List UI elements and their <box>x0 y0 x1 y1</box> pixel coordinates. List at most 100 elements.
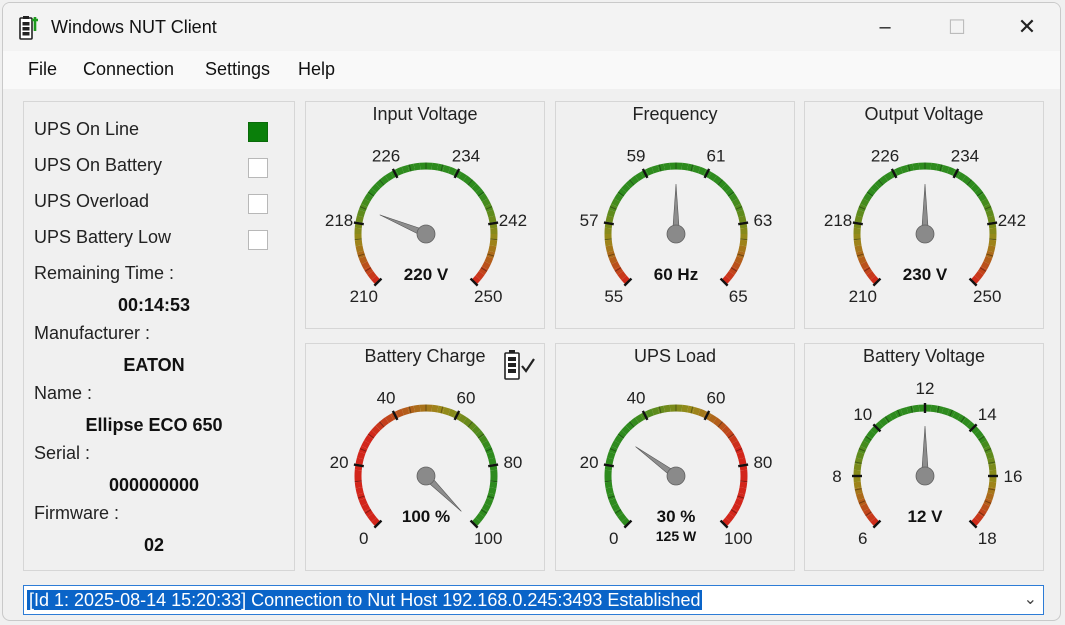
gauge-needle-hub <box>666 224 686 244</box>
gauge-arc-segment <box>630 175 640 185</box>
gauge-arc-segment <box>380 417 390 427</box>
gauge-arc-segment <box>604 481 613 489</box>
gauge-arc-segment <box>853 463 862 471</box>
menu-connection[interactable]: Connection <box>83 59 174 80</box>
gauge-arc-segment <box>488 215 497 223</box>
gauge-arc-segment <box>725 270 735 280</box>
gauge-arc-segment <box>738 457 747 465</box>
gauge-arc-segment <box>681 162 689 171</box>
serial-label: Serial : <box>34 443 91 463</box>
gauge-arc-segment <box>354 481 363 489</box>
gauge-arc-segment <box>486 451 496 460</box>
gauge-arc-segment <box>614 434 624 444</box>
gauge-arc-segment <box>980 261 990 270</box>
gauge-minor-tick <box>604 480 612 483</box>
gauge-tick-label: 226 <box>871 147 899 166</box>
gauge-output-voltage: Output Voltage 210 218 226 234 242 250 230 V <box>804 101 1044 329</box>
gauge-arc-segment <box>698 408 707 418</box>
gauge-needle-hub <box>416 466 436 486</box>
manufacturer-label: Manufacturer : <box>34 323 151 343</box>
gauge-minor-tick <box>853 238 861 241</box>
gauge-arc-segment <box>860 261 870 270</box>
menu-settings[interactable]: Settings <box>205 59 270 80</box>
gauge-arc-segment <box>739 239 748 247</box>
gauge-arc-segment <box>401 164 410 174</box>
gauge-tick-label: 20 <box>580 453 599 472</box>
gauge-arc-segment <box>941 406 950 416</box>
status-label-battery-low: UPS Battery Low <box>34 227 172 247</box>
maximize-button[interactable]: ☐ <box>934 3 980 51</box>
gauge-arc-segment <box>651 164 660 174</box>
gauge-arc-segment <box>356 451 366 460</box>
gauge-arc-segment <box>355 457 364 465</box>
gauge-arc-segment <box>475 512 485 522</box>
gauge-arc-segment <box>930 162 938 171</box>
gauge-tick-label: 65 <box>729 287 748 306</box>
gauge-arc-segment <box>645 408 654 418</box>
gauge-arc-segment <box>471 183 481 193</box>
gauge-arc-segment <box>912 404 920 413</box>
gauge-arc-segment <box>355 245 364 253</box>
gauge-needle-hub <box>915 466 935 486</box>
gauge-subreadout: 125 W <box>656 528 697 544</box>
gauge-arc-segment <box>860 503 870 512</box>
gauge-tick-label: 18 <box>978 529 997 548</box>
gauge-arc-segment <box>448 166 457 176</box>
app-window: Windows NUT Client – ☐ ✕ File Connection… <box>2 2 1061 621</box>
gauge-major-tick <box>738 221 749 226</box>
menu-bar: File Connection Settings Help <box>3 51 1060 89</box>
gauge-dial: 210 218 226 234 242 250 220 V <box>325 147 527 307</box>
gauge-tick-label: 210 <box>350 287 378 306</box>
gauge-arc-segment <box>401 406 410 416</box>
gauge-arc-segment <box>605 215 614 223</box>
gauge-tick-label: 210 <box>849 287 877 306</box>
gauge-arc-segment <box>651 406 660 416</box>
gauge-arc-segment <box>728 434 738 444</box>
gauge-arc-segment <box>384 414 394 424</box>
gauge-arc-segment <box>630 417 640 427</box>
gauge-arc-segment <box>431 162 439 171</box>
gauge-arc-segment <box>855 451 865 460</box>
gauge-readout: 230 V <box>903 265 948 284</box>
gauge-readout: 60 Hz <box>654 265 698 284</box>
gauge-arc-segment <box>721 425 731 435</box>
serial-value: 000000000 <box>108 475 200 495</box>
gauge-arc-segment <box>738 215 747 223</box>
gauge-readout: 100 % <box>402 507 450 526</box>
log-combobox[interactable]: [Id 1: 2025-08-14 15:20:33] Connection t… <box>23 585 1044 615</box>
gauge-arc-segment <box>900 164 909 174</box>
gauge-major-tick <box>603 221 614 226</box>
minimize-button[interactable]: – <box>862 3 908 51</box>
gauge-arc-segment <box>712 175 722 185</box>
gauge-arc-segment <box>930 404 938 413</box>
status-indicator-battery-low <box>248 230 268 250</box>
gauge-arc-segment <box>354 239 363 247</box>
gauge-arc-segment <box>879 175 889 185</box>
gauge-arc-segment <box>900 406 909 416</box>
gauge-minor-tick <box>989 238 997 241</box>
chevron-down-icon[interactable]: ⌄ <box>1024 589 1037 609</box>
status-indicator-on-battery <box>248 158 268 178</box>
remaining-time-label: Remaining Time : <box>34 263 175 283</box>
menu-help[interactable]: Help <box>298 59 335 80</box>
gauge-arc-segment <box>952 411 961 421</box>
gauge-arc-segment <box>977 192 987 202</box>
gauge-arc-segment <box>488 245 497 253</box>
gauge-arc-segment <box>985 451 995 460</box>
gauge-arc-segment <box>605 487 614 495</box>
gauge-needle-hub <box>666 466 686 486</box>
gauge-arc-segment <box>608 256 618 265</box>
gauge-arc-segment <box>384 172 394 182</box>
close-button[interactable]: ✕ <box>1004 3 1050 51</box>
manufacturer-value: EATON <box>123 355 185 375</box>
gauge-arc-segment <box>721 183 731 193</box>
menu-file[interactable]: File <box>28 59 57 80</box>
gauge-arc-segment <box>358 256 368 265</box>
gauge-tick-label: 218 <box>325 211 353 230</box>
gauge-tick-label: 6 <box>858 529 867 548</box>
gauge-major-tick <box>488 221 499 226</box>
log-message: [Id 1: 2025-08-14 15:20:33] Connection t… <box>27 590 703 610</box>
gauge-arc-segment <box>488 457 497 465</box>
gauge-arc-segment <box>478 434 488 444</box>
gauge-arc-segment <box>906 163 914 172</box>
